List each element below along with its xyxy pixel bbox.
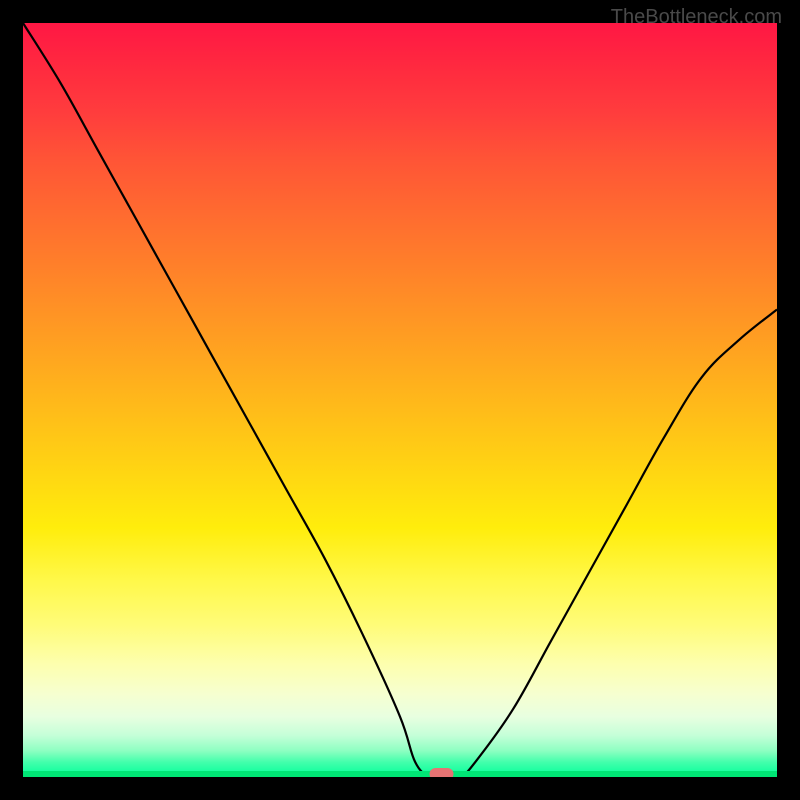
watermark-text: TheBottleneck.com [611, 6, 782, 29]
bottleneck-curve-path [23, 23, 777, 777]
optimum-marker [430, 768, 454, 777]
chart-curve-svg [23, 23, 777, 777]
chart-plot-area [23, 23, 777, 777]
